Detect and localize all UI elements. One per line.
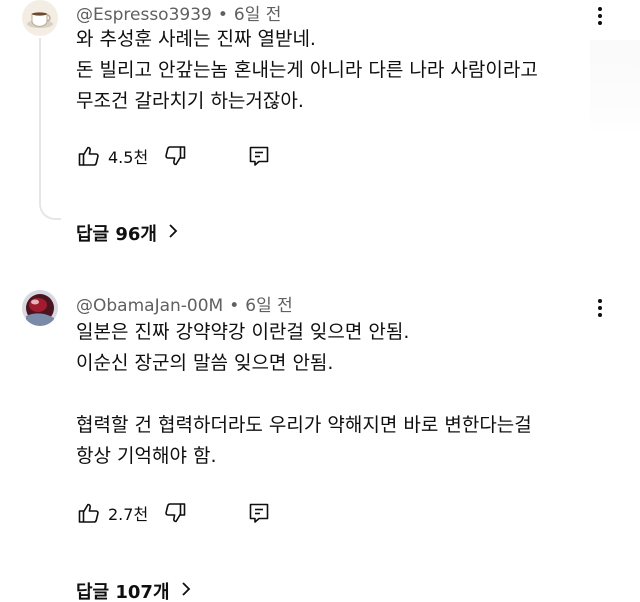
- comment-actions: 2.7천: [76, 499, 188, 527]
- chevron-right-icon: [180, 581, 192, 602]
- replies-count: 답글 96개: [76, 224, 157, 245]
- more-vert-icon[interactable]: [590, 296, 610, 320]
- comment-line: 항상 기억해야 함.: [76, 445, 217, 467]
- replies-count: 답글 107개: [76, 582, 170, 602]
- comment-meta: @Espresso3939 • 6일 전: [76, 0, 281, 25]
- comment-2: @ObamaJan-00M • 6일 전 일본은 진짜 강약약강 이란걸 잊으면 안…: [0, 282, 640, 602]
- comment-line: 이순신 장군의 말씀 잊으면 안됨.: [76, 352, 334, 374]
- meta-separator: •: [229, 296, 240, 316]
- like-count: 2.7천: [108, 505, 149, 524]
- comment-1: @Espresso3939 • 6일 전 와 추성훈 사례는 진짜 열받네. 돈 빌…: [0, 0, 640, 256]
- comment-body: 일본은 진짜 강약약강 이란걸 잊으면 안됨. 이순신 장군의 말씀 잊으면 안…: [76, 317, 532, 472]
- replies-toggle[interactable]: 답글 96개: [76, 220, 179, 246]
- reply-icon[interactable]: [246, 500, 272, 526]
- like-count: 4.5천: [108, 148, 149, 167]
- avatar[interactable]: [22, 0, 58, 36]
- chevron-right-icon: [167, 223, 179, 244]
- comment-line: 돈 빌리고 안갚는놈 혼내는게 아니라 다른 나라 사람이라고: [76, 59, 538, 81]
- thumbs-down-icon[interactable]: [162, 500, 188, 526]
- thread-curve: [39, 198, 61, 220]
- comment-line: 협력할 건 협력하더라도 우리가 약해지면 바로 변한다는걸: [76, 414, 532, 436]
- thumbs-up-icon[interactable]: [76, 143, 102, 169]
- more-vert-icon[interactable]: [590, 4, 610, 28]
- thumbs-up-icon[interactable]: [76, 500, 102, 526]
- replies-toggle[interactable]: 답글 107개: [76, 578, 192, 602]
- reply-icon[interactable]: [246, 143, 272, 169]
- comment-actions: 4.5천: [76, 142, 188, 170]
- avatar[interactable]: [22, 290, 58, 326]
- comment-body: 와 추성훈 사례는 진짜 열받네. 돈 빌리고 안갚는놈 혼내는게 아니라 다른…: [76, 24, 538, 117]
- thumbs-down-icon[interactable]: [162, 143, 188, 169]
- comment-line: 와 추성훈 사례는 진짜 열받네.: [76, 28, 316, 50]
- comment-time: 6일 전: [233, 5, 282, 25]
- comment-line: 일본은 진짜 강약약강 이란걸 잊으면 안됨.: [76, 321, 410, 343]
- meta-separator: •: [217, 5, 228, 25]
- comment-line-blank: [76, 379, 532, 410]
- comment-time: 6일 전: [245, 296, 293, 316]
- section-divider: [0, 264, 640, 278]
- thread-line: [39, 38, 41, 198]
- comment-line: 무조건 갈라치기 하는거잖아.: [76, 90, 304, 112]
- author-name[interactable]: @ObamaJan-00M: [76, 296, 223, 316]
- comment-meta: @ObamaJan-00M • 6일 전: [76, 291, 293, 316]
- author-name[interactable]: @Espresso3939: [76, 5, 212, 25]
